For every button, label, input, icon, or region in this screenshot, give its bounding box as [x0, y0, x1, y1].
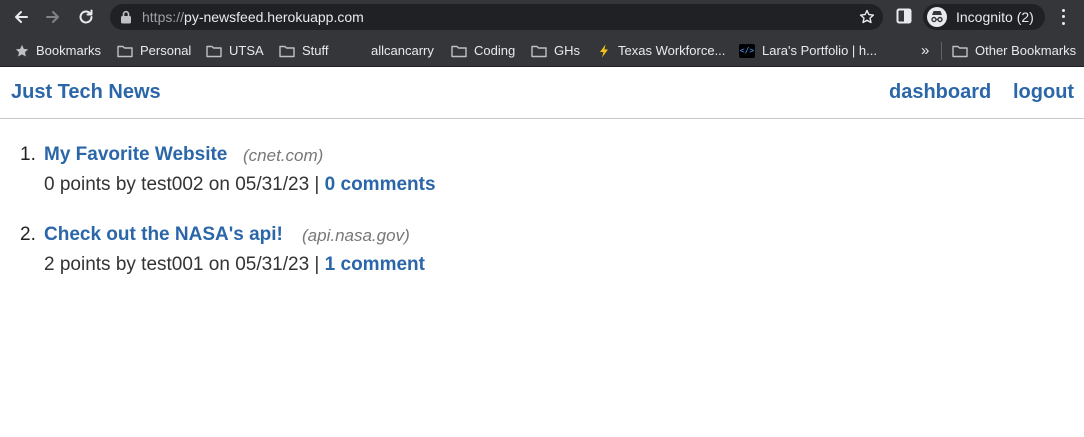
- folder-icon: [531, 45, 547, 57]
- back-button[interactable]: [9, 5, 33, 29]
- post-title-link[interactable]: Check out the NASA's api!: [44, 224, 283, 246]
- code-icon: </>: [739, 43, 755, 58]
- bookmark-laras-portfolio[interactable]: </> Lara's Portfolio | h...: [739, 34, 877, 67]
- bookmark-allcancarry[interactable]: allcancarry: [371, 34, 434, 67]
- post-number: 1.: [20, 144, 36, 165]
- arrow-right-icon: [46, 11, 59, 23]
- bookmark-personal[interactable]: Personal: [117, 34, 191, 67]
- bookmark-label: Stuff: [302, 43, 329, 58]
- post-domain: (api.nasa.gov): [302, 226, 410, 245]
- bookmark-texas-workforce[interactable]: Texas Workforce...: [597, 34, 725, 67]
- bookmarks-bar: Bookmarks Personal UTSA Stuff allcancarr…: [0, 34, 1084, 67]
- bookmark-label: UTSA: [229, 43, 264, 58]
- profile-button[interactable]: Incognito (2): [923, 4, 1045, 30]
- site-brand-link[interactable]: Just Tech News: [11, 81, 161, 104]
- bookmark-utsa[interactable]: UTSA: [206, 34, 264, 67]
- post-item: 2. Check out the NASA's api! (api.nasa.g…: [20, 220, 1020, 300]
- bookmark-bookmarks[interactable]: Bookmarks: [15, 34, 101, 67]
- reload-button[interactable]: [74, 5, 98, 29]
- arrow-left-icon: [15, 11, 28, 23]
- post-meta-text: 2 points by test001 on 05/31/23 |: [44, 254, 320, 275]
- bookmark-other-bookmarks[interactable]: Other Bookmarks: [952, 34, 1076, 67]
- url-scheme: https://: [142, 9, 185, 25]
- site-header: Just Tech News dashboard logout: [0, 68, 1084, 119]
- post-list: 1. My Favorite Website (cnet.com) 0 poin…: [20, 140, 1020, 300]
- post-meta: 2 points by test001 on 05/31/23 | 1 comm…: [44, 254, 425, 276]
- post-title-link[interactable]: My Favorite Website: [44, 144, 227, 166]
- post-number: 2.: [20, 224, 36, 245]
- bookmark-label: Other Bookmarks: [975, 43, 1077, 58]
- post-meta: 0 points by test002 on 05/31/23 | 0 comm…: [44, 174, 436, 196]
- bookmark-label: GHs: [554, 43, 580, 58]
- bookmark-label: allcancarry: [371, 43, 434, 58]
- browser-toolbar: https://py-newsfeed.herokuapp.com Incogn…: [0, 0, 1084, 34]
- overflow-label: »: [921, 42, 930, 59]
- url-text: https://py-newsfeed.herokuapp.com: [142, 9, 364, 25]
- bookmark-stuff[interactable]: Stuff: [279, 34, 329, 67]
- post-domain: (cnet.com): [243, 146, 324, 165]
- address-bar[interactable]: https://py-newsfeed.herokuapp.com: [110, 4, 883, 30]
- star-icon: [15, 44, 29, 57]
- lock-icon[interactable]: [120, 10, 132, 24]
- bookmark-label: Lara's Portfolio | h...: [762, 43, 877, 58]
- folder-icon: [206, 45, 222, 57]
- post-comments-link[interactable]: 0 comments: [325, 174, 436, 195]
- bookmark-coding[interactable]: Coding: [451, 34, 515, 67]
- bookmark-label: Texas Workforce...: [618, 43, 726, 58]
- folder-icon: [952, 45, 968, 57]
- forward-button[interactable]: [41, 5, 65, 29]
- url-host: py-newsfeed.herokuapp.com: [184, 9, 364, 25]
- side-panel-icon[interactable]: [896, 8, 912, 24]
- logout-link[interactable]: logout: [1013, 81, 1074, 104]
- post-item: 1. My Favorite Website (cnet.com) 0 poin…: [20, 140, 1020, 220]
- bookmarks-divider: [941, 42, 942, 60]
- browser-menu-icon[interactable]: [1057, 7, 1069, 27]
- lightning-icon: [600, 44, 608, 57]
- bookmark-star-icon[interactable]: [859, 9, 875, 25]
- post-comments-link[interactable]: 1 comment: [325, 254, 425, 275]
- bookmark-label: Personal: [140, 43, 192, 58]
- bookmark-label: Bookmarks: [36, 43, 102, 58]
- bookmark-label: Coding: [474, 43, 516, 58]
- bookmark-ghs[interactable]: GHs: [531, 34, 580, 67]
- dashboard-link[interactable]: dashboard: [889, 81, 991, 104]
- folder-icon: [117, 45, 133, 57]
- reload-icon: [79, 9, 93, 24]
- incognito-icon: [927, 7, 947, 27]
- post-meta-text: 0 points by test002 on 05/31/23 |: [44, 174, 320, 195]
- folder-icon: [451, 45, 467, 57]
- bookmarks-overflow-button[interactable]: »: [921, 34, 929, 67]
- folder-icon: [279, 45, 295, 57]
- profile-label: Incognito (2): [956, 9, 1034, 25]
